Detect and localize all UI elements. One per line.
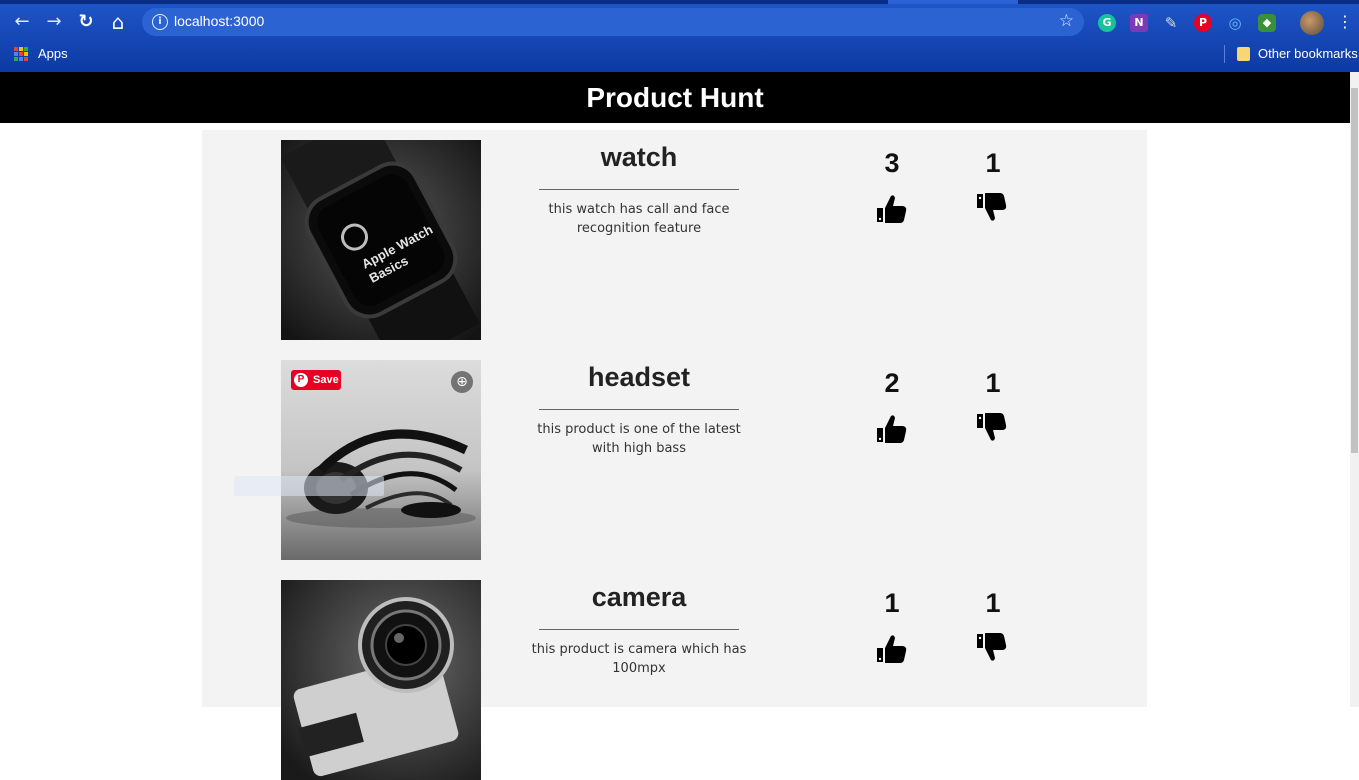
thumbs-up-icon[interactable] [875, 632, 909, 666]
profile-avatar[interactable] [1300, 11, 1324, 35]
product-name: camera [591, 582, 687, 612]
apps-grid-icon[interactable] [14, 47, 28, 61]
bookmarks-bar: Apps Other bookmarks [0, 40, 1359, 68]
thumbs-up-icon[interactable] [875, 192, 909, 226]
product-name: watch [600, 142, 678, 172]
tab-strip [0, 0, 1359, 4]
folder-icon[interactable] [1237, 47, 1250, 61]
divider [539, 189, 739, 190]
back-arrow-icon[interactable]: ← [10, 10, 34, 34]
downvote-count: 1 [985, 368, 1001, 398]
divider [539, 629, 739, 630]
onenote-extension-icon[interactable]: N [1130, 14, 1148, 32]
pen-extension-icon[interactable]: ✎ [1162, 14, 1180, 32]
faded-tooltip [234, 476, 384, 496]
scrollbar-thumb[interactable] [1351, 88, 1358, 453]
address-bar[interactable]: i localhost:3000 ☆ [142, 8, 1084, 36]
upvote-count: 2 [884, 368, 900, 398]
pinterest-logo-icon: P [294, 373, 308, 387]
browser-toolbar: ← → ↻ ⌂ i localhost:3000 ☆ G N ✎ P ◎ ◆ ⋮ [0, 6, 1359, 38]
product-list: Apple Watch Basics watch this watch has … [202, 130, 1147, 780]
product-description: this watch has call and face recognition… [548, 202, 730, 236]
edge-extension-icon[interactable]: ◎ [1226, 14, 1244, 32]
reload-icon[interactable]: ↻ [74, 10, 98, 34]
green-extension-icon[interactable]: ◆ [1258, 14, 1276, 32]
url-text[interactable]: localhost:3000 [174, 13, 264, 29]
pinterest-save-button[interactable]: P Save [291, 370, 341, 390]
upvote-count: 3 [884, 148, 900, 178]
bookmark-star-icon[interactable]: ☆ [1059, 11, 1074, 31]
product-image-headset[interactable]: P Save ⊕ [281, 360, 481, 560]
save-label: Save [313, 374, 339, 386]
product-description: this product is camera which has 100mpx [531, 642, 747, 676]
other-bookmarks[interactable]: Other bookmarks [1258, 46, 1358, 61]
info-icon[interactable]: i [152, 14, 168, 30]
downvote-count: 1 [985, 588, 1001, 618]
page-header: Product Hunt [0, 72, 1350, 123]
product-card-watch: Apple Watch Basics watch this watch has … [202, 130, 1147, 340]
menu-kebab-icon[interactable]: ⋮ [1337, 13, 1353, 31]
grammarly-extension-icon[interactable]: G [1098, 14, 1116, 32]
product-name: headset [587, 362, 691, 392]
expand-icon[interactable]: ⊕ [451, 371, 473, 393]
thumbs-down-icon[interactable] [975, 632, 1009, 666]
apps-bookmark[interactable]: Apps [38, 46, 68, 61]
divider [539, 409, 739, 410]
page-title: Product Hunt [586, 82, 764, 113]
forward-arrow-icon[interactable]: → [42, 10, 66, 34]
thumbs-down-icon[interactable] [975, 192, 1009, 226]
downvote-count: 1 [985, 148, 1001, 178]
pinterest-extension-icon[interactable]: P [1194, 14, 1212, 32]
upvote-count: 1 [884, 588, 900, 618]
thumbs-up-icon[interactable] [875, 412, 909, 446]
bookmarks-divider [1224, 45, 1225, 63]
active-tab[interactable] [888, 0, 1018, 4]
product-image-watch[interactable]: Apple Watch Basics [281, 140, 481, 340]
home-icon[interactable]: ⌂ [106, 10, 130, 34]
product-description: this product is one of the latest with h… [537, 422, 741, 456]
product-card-headset: P Save ⊕ headset this product is one of … [202, 350, 1147, 560]
product-image-camera[interactable] [281, 580, 481, 780]
browser-chrome: ← → ↻ ⌂ i localhost:3000 ☆ G N ✎ P ◎ ◆ ⋮… [0, 0, 1359, 72]
product-card-camera: camera this product is camera which has … [202, 570, 1147, 780]
page-scrollbar[interactable] [1350, 72, 1359, 707]
thumbs-down-icon[interactable] [975, 412, 1009, 446]
